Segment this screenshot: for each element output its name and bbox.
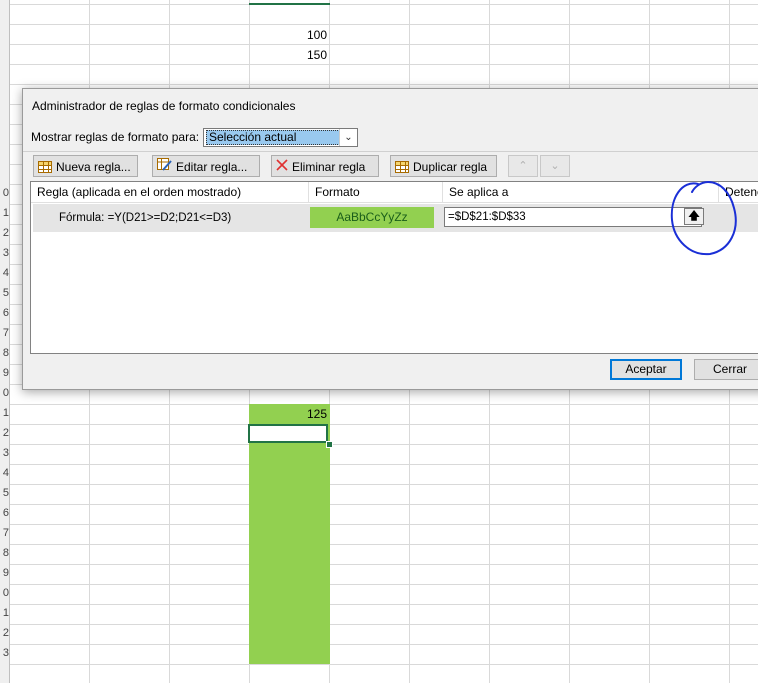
row-number[interactable]: 2 bbox=[0, 223, 9, 243]
formatted-range-fill[interactable] bbox=[249, 404, 330, 664]
move-up-button[interactable]: ⌃ bbox=[508, 155, 538, 177]
show-rules-select[interactable]: Selección actual ⌄ bbox=[203, 128, 358, 147]
row-number[interactable]: 6 bbox=[0, 503, 9, 523]
row-number[interactable]: 0 bbox=[0, 583, 9, 603]
active-cell[interactable] bbox=[248, 424, 328, 443]
show-rules-selected-value: Selección actual bbox=[206, 130, 340, 145]
rule-format-preview: AaBbCcYyZz bbox=[310, 207, 434, 228]
row-number[interactable]: 1 bbox=[0, 203, 9, 223]
new-rule-button[interactable]: Nueva regla... bbox=[33, 155, 138, 177]
row-number[interactable]: 9 bbox=[0, 563, 9, 583]
new-rule-grid-icon bbox=[38, 160, 52, 173]
close-button[interactable]: Cerrar bbox=[694, 359, 758, 380]
row-number[interactable]: 5 bbox=[0, 283, 9, 303]
dialog-title: Administrador de reglas de formato condi… bbox=[32, 99, 296, 113]
edit-rule-button[interactable]: Editar regla... bbox=[152, 155, 260, 177]
separator bbox=[23, 151, 758, 152]
column-header-rule: Regla (aplicada en el orden mostrado) bbox=[31, 182, 309, 202]
move-down-button[interactable]: ⌄ bbox=[540, 155, 570, 177]
delete-x-icon bbox=[276, 157, 288, 177]
delete-rule-button[interactable]: Eliminar regla bbox=[271, 155, 379, 177]
annotation-circle bbox=[670, 180, 737, 256]
fill-handle[interactable] bbox=[326, 441, 333, 448]
row-number[interactable]: 7 bbox=[0, 523, 9, 543]
column-d-selection-edge bbox=[249, 3, 330, 5]
rule-row[interactable]: Fórmula: =Y(D21>=D2;D21<=D3) AaBbCcYyZz … bbox=[33, 204, 758, 232]
cell-value[interactable]: 150 bbox=[250, 45, 327, 65]
row-number[interactable]: 2 bbox=[0, 423, 9, 443]
rules-list[interactable]: Regla (aplicada en el orden mostrado) Fo… bbox=[30, 181, 758, 354]
conditional-format-rules-manager-dialog: Administrador de reglas de formato condi… bbox=[22, 88, 758, 390]
duplicate-grid-icon bbox=[395, 160, 409, 173]
edit-rule-icon bbox=[157, 157, 172, 177]
row-number[interactable]: 9 bbox=[0, 363, 9, 383]
dropdown-arrow-icon[interactable]: ⌄ bbox=[339, 129, 357, 146]
row-number[interactable]: 3 bbox=[0, 643, 9, 663]
cell-value[interactable]: 125 bbox=[250, 404, 327, 424]
row-number[interactable]: 5 bbox=[0, 483, 9, 503]
rule-name: Fórmula: =Y(D21>=D2;D21<=D3) bbox=[59, 212, 232, 224]
duplicate-rule-button[interactable]: Duplicar regla bbox=[390, 155, 497, 177]
rules-list-header: Regla (aplicada en el orden mostrado) Fo… bbox=[31, 182, 758, 203]
move-down-icon: ⌄ bbox=[550, 160, 560, 172]
row-number[interactable]: 0 bbox=[0, 183, 9, 203]
ok-button[interactable]: Aceptar bbox=[610, 359, 682, 380]
row-number[interactable]: 8 bbox=[0, 543, 9, 563]
row-number[interactable]: 0 bbox=[0, 383, 9, 403]
row-number[interactable]: 3 bbox=[0, 443, 9, 463]
row-number[interactable]: 3 bbox=[0, 243, 9, 263]
row-number[interactable]: 7 bbox=[0, 323, 9, 343]
column-header-format: Formato bbox=[309, 182, 443, 202]
row-number[interactable]: 1 bbox=[0, 403, 9, 423]
row-number[interactable]: 6 bbox=[0, 303, 9, 323]
row-number[interactable]: 4 bbox=[0, 263, 9, 283]
row-number[interactable]: 4 bbox=[0, 463, 9, 483]
move-up-icon: ⌃ bbox=[518, 160, 528, 172]
row-number[interactable]: 1 bbox=[0, 603, 9, 623]
show-rules-label: Mostrar reglas de formato para: bbox=[31, 130, 200, 144]
row-number[interactable]: 2 bbox=[0, 623, 9, 643]
row-header: 012345678901234567890123 bbox=[0, 0, 10, 683]
cell-value[interactable]: 100 bbox=[250, 25, 327, 45]
row-number[interactable]: 8 bbox=[0, 343, 9, 363]
